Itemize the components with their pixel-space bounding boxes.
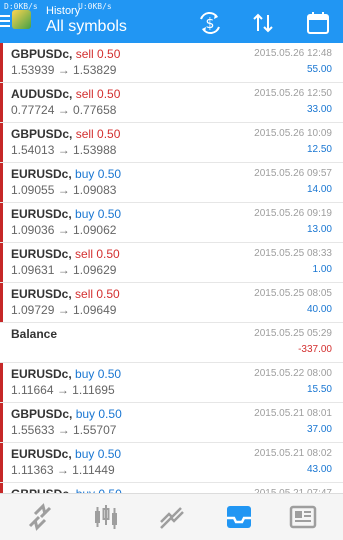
symbol-name: GBPUSDc,	[11, 407, 73, 421]
trade-direction: buy 0.50	[75, 167, 122, 181]
history-row[interactable]: GBPUSDc, buy 0.502015.05.21 07:47	[0, 483, 343, 493]
app-header: D:0KB/s U:0KB/s History All symbols $	[0, 0, 343, 43]
symbol-name: GBPUSDc,	[11, 47, 73, 61]
news-icon[interactable]	[288, 502, 318, 532]
trade-date: 2015.05.26 12:50	[254, 88, 332, 99]
page-title[interactable]: All symbols	[46, 18, 127, 36]
chart-icon[interactable]	[91, 502, 121, 532]
row-symbol: EURUSDc, sell 0.50	[11, 287, 120, 301]
trade-direction: buy 0.50	[75, 367, 122, 381]
symbol-name: EURUSDc,	[11, 367, 72, 381]
row-symbol: EURUSDc, sell 0.50	[11, 247, 120, 261]
trade-date: 2015.05.25 08:05	[254, 288, 332, 299]
page-subtitle: History	[46, 5, 81, 17]
svg-text:$: $	[206, 16, 215, 32]
symbol-name: EURUSDc,	[11, 207, 72, 221]
trade-profit: 33.00	[306, 104, 332, 115]
trade-direction: sell 0.50	[75, 127, 121, 141]
trade-profit: 12.50	[306, 144, 332, 155]
trade-date: 2015.05.25 08:33	[254, 248, 332, 259]
row-symbol: GBPUSDc, sell 0.50	[11, 127, 120, 141]
trade-icon[interactable]	[157, 502, 187, 532]
trade-direction: sell 0.50	[75, 247, 120, 261]
trade-direction: sell 0.50	[75, 287, 120, 301]
history-row[interactable]: GBPUSDc, sell 0.50 1.54013 → 1.53988 2015.…	[0, 123, 343, 163]
trade-direction: buy 0.50	[75, 407, 122, 421]
history-row[interactable]: EURUSDc, sell 0.50 1.09729 → 1.09649 2015.…	[0, 283, 343, 323]
history-row[interactable]: Balance 2015.05.25 05:29 -337.00	[0, 323, 343, 363]
history-row[interactable]: EURUSDc, buy 0.50 1.09036 → 1.09062 2015.0…	[0, 203, 343, 243]
price-range: 1.11664 → 1.11695	[11, 383, 115, 397]
price-range: 1.09055 → 1.09083	[11, 183, 117, 197]
price-range: 1.54013 → 1.53988	[11, 143, 117, 157]
symbol-name: EURUSDc,	[11, 447, 72, 461]
price-range: 1.53939 → 1.53829	[11, 63, 117, 77]
menu-icon[interactable]	[0, 15, 12, 29]
trade-profit: 14.00	[306, 184, 332, 195]
trade-date: 2015.05.26 10:09	[254, 128, 332, 139]
price-range: 1.11363 → 1.11449	[11, 463, 115, 477]
trade-direction: sell 0.50	[75, 87, 121, 101]
row-symbol: GBPUSDc, sell 0.50	[11, 47, 120, 61]
symbol-name: EURUSDc,	[11, 167, 72, 181]
trade-profit: 43.00	[306, 464, 332, 475]
symbol-name: AUDUSDc,	[11, 87, 73, 101]
row-symbol: GBPUSDc, buy 0.50	[11, 407, 122, 421]
currency-exchange-icon[interactable]: $	[197, 11, 223, 35]
history-icon[interactable]	[224, 502, 254, 532]
quotes-icon[interactable]	[25, 502, 55, 532]
history-list[interactable]: GBPUSDc, sell 0.50 1.53939 → 1.53829 2015.…	[0, 43, 343, 493]
trade-profit: 55.00	[306, 64, 332, 75]
symbol-name: GBPUSDc,	[11, 127, 73, 141]
trade-date: 2015.05.21 08:02	[254, 448, 332, 459]
price-range: 1.09729 → 1.09649	[11, 303, 117, 317]
trade-date: 2015.05.25 05:29	[254, 328, 332, 339]
price-range: 1.55633 → 1.55707	[11, 423, 117, 437]
trade-date: 2015.05.21 08:01	[254, 408, 332, 419]
bottom-navigation	[0, 493, 343, 540]
calendar-icon[interactable]	[305, 11, 331, 35]
trade-date: 2015.05.22 08:00	[254, 368, 332, 379]
trade-direction: buy 0.50	[75, 207, 122, 221]
row-symbol: EURUSDc, buy 0.50	[11, 167, 121, 181]
history-row[interactable]: EURUSDc, buy 0.50 1.11664 → 1.11695 2015.0…	[0, 363, 343, 403]
upload-speed: U:0KB/s	[78, 2, 112, 11]
symbol-name: EURUSDc,	[11, 287, 72, 301]
history-row[interactable]: GBPUSDc, sell 0.50 1.53939 → 1.53829 2015.…	[0, 43, 343, 83]
trade-date: 2015.05.26 09:57	[254, 168, 332, 179]
row-symbol: EURUSDc, buy 0.50	[11, 447, 121, 461]
price-range: 1.09631 → 1.09629	[11, 263, 117, 277]
row-symbol: Balance	[11, 327, 57, 341]
trade-direction: sell 0.50	[75, 47, 121, 61]
price-range: 1.09036 → 1.09062	[11, 223, 117, 237]
trade-profit: 13.00	[306, 224, 332, 235]
trade-profit: 37.00	[306, 424, 332, 435]
sort-icon[interactable]	[250, 11, 276, 35]
trade-date: 2015.05.26 12:48	[254, 48, 332, 59]
price-range: 0.77724 → 0.77658	[11, 103, 117, 117]
trade-profit: -337.00	[298, 344, 332, 355]
history-row[interactable]: AUDUSDc, sell 0.50 0.77724 → 0.77658 2015.…	[0, 83, 343, 123]
history-row[interactable]: EURUSDc, buy 0.50 1.09055 → 1.09083 2015.0…	[0, 163, 343, 203]
symbol-name: EURUSDc,	[11, 247, 72, 261]
trade-direction: buy 0.50	[75, 447, 122, 461]
history-row[interactable]: GBPUSDc, buy 0.50 1.55633 → 1.55707 2015.0…	[0, 403, 343, 443]
symbol-name: Balance	[11, 327, 58, 341]
history-row[interactable]: EURUSDc, sell 0.50 1.09631 → 1.09629 2015.…	[0, 243, 343, 283]
trade-profit: 1.00	[312, 264, 332, 275]
trade-profit: 15.50	[306, 384, 332, 395]
trade-date: 2015.05.26 09:19	[254, 208, 332, 219]
row-symbol: EURUSDc, buy 0.50	[11, 207, 121, 221]
app-logo[interactable]	[12, 10, 31, 29]
row-symbol: EURUSDc, buy 0.50	[11, 367, 121, 381]
history-row[interactable]: EURUSDc, buy 0.50 1.11363 → 1.11449 2015.0…	[0, 443, 343, 483]
row-symbol: AUDUSDc, sell 0.50	[11, 87, 120, 101]
trade-profit: 40.00	[306, 304, 332, 315]
